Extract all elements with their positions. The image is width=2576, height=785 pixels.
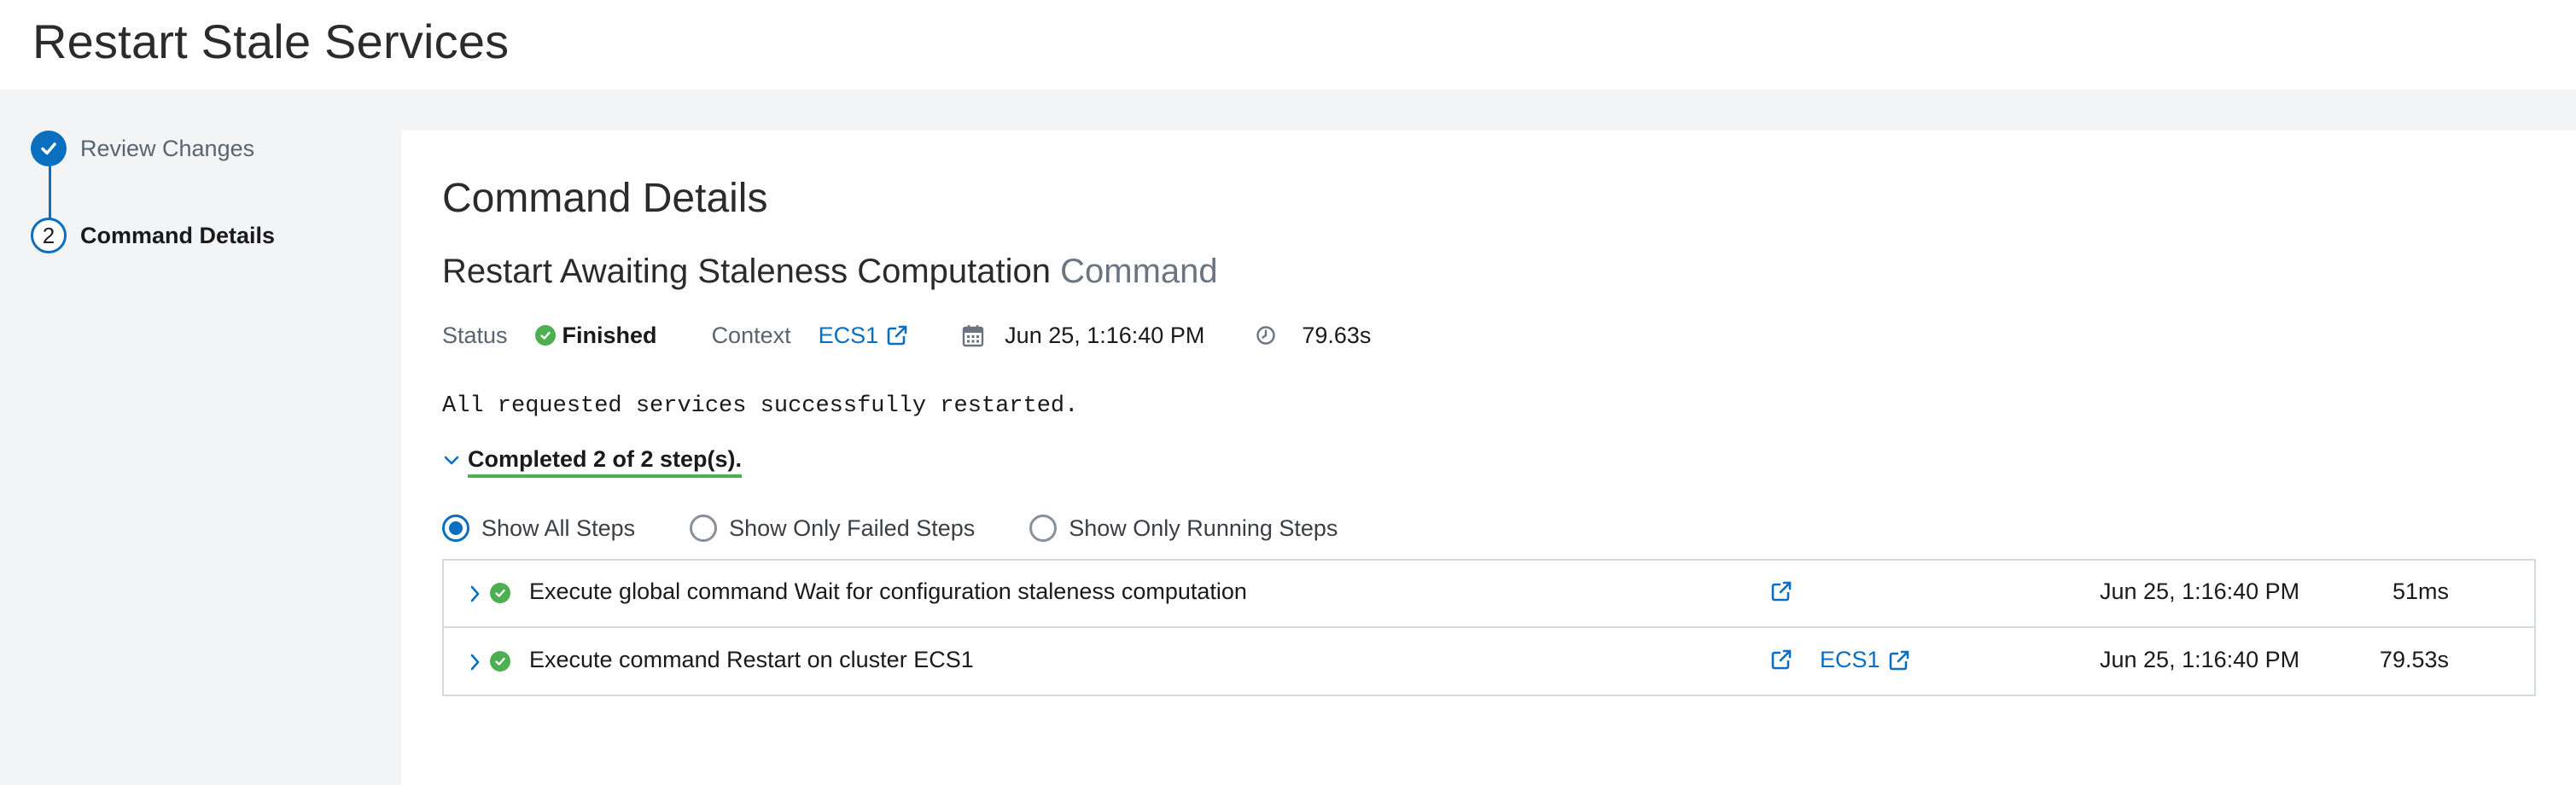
filter-label: Show Only Running Steps xyxy=(1069,515,1338,541)
check-circle-icon xyxy=(534,325,556,346)
context-label: Context xyxy=(711,322,791,348)
wizard-step-label: Command Details xyxy=(80,222,276,248)
step-duration: 79.53s xyxy=(2379,647,2449,672)
check-circle-icon xyxy=(490,651,510,672)
chevron-down-icon xyxy=(442,451,461,474)
step-duration: 51ms xyxy=(2392,579,2449,604)
page-title: Restart Stale Services xyxy=(32,15,510,68)
filter-show-failed-steps[interactable]: Show Only Failed Steps xyxy=(690,515,975,542)
command-suffix: Command xyxy=(1060,253,1218,290)
check-icon xyxy=(31,131,67,166)
filter-show-running-steps[interactable]: Show Only Running Steps xyxy=(1029,515,1338,542)
status-text: Finished xyxy=(562,322,657,348)
table-row: Execute command Restart on cluster ECS1 … xyxy=(444,629,2534,696)
radio-unchecked-icon[interactable] xyxy=(690,515,718,542)
command-date: Jun 25, 1:16:40 PM xyxy=(1005,322,1205,348)
step-number: 2 xyxy=(31,218,67,253)
step-description: Execute command Restart on cluster ECS1 xyxy=(529,647,974,672)
filter-show-all-steps[interactable]: Show All Steps xyxy=(442,515,635,542)
status-value: Finished xyxy=(534,322,657,349)
clock-icon xyxy=(1256,325,1276,346)
filter-label: Show Only Failed Steps xyxy=(729,515,976,541)
step-context-text: ECS1 xyxy=(1820,647,1880,672)
step-filter-group: Show All Steps Show Only Failed Steps Sh… xyxy=(442,515,1338,542)
radio-unchecked-icon[interactable] xyxy=(1029,515,1058,542)
wizard-step-label: Review Changes xyxy=(80,135,255,161)
step-date: Jun 25, 1:16:40 PM xyxy=(2100,579,2300,604)
steps-summary-text: Completed 2 of 2 step(s). xyxy=(468,446,743,478)
page-header: Restart Stale Services xyxy=(0,0,2576,90)
steps-summary-toggle[interactable]: Completed 2 of 2 step(s). xyxy=(442,446,743,478)
table-row: Execute global command Wait for configur… xyxy=(444,561,2534,628)
calendar-icon xyxy=(962,323,984,347)
wizard-step-command-details[interactable]: 2 Command Details xyxy=(31,218,275,253)
status-label: Status xyxy=(442,322,508,348)
command-meta: Status Finished Context ECS1 Jun 25, 1:1… xyxy=(442,317,1371,354)
external-link-icon xyxy=(885,323,909,347)
steps-table: Execute global command Wait for configur… xyxy=(442,559,2536,696)
chevron-right-icon[interactable] xyxy=(469,651,481,673)
radio-checked-icon[interactable] xyxy=(442,515,469,542)
command-name: Restart Awaiting Staleness Computation xyxy=(442,253,1051,290)
chevron-right-icon[interactable] xyxy=(469,583,481,605)
wizard-sidebar: Review Changes 2 Command Details xyxy=(0,90,401,785)
check-circle-icon xyxy=(490,583,510,603)
context-link[interactable]: ECS1 xyxy=(819,323,910,349)
command-duration: 79.63s xyxy=(1302,322,1372,348)
section-title: Command Details xyxy=(442,176,768,221)
wizard-step-review-changes[interactable]: Review Changes xyxy=(31,131,254,166)
external-link-icon[interactable] xyxy=(1769,648,1793,672)
command-title: Restart Awaiting Staleness Computation C… xyxy=(442,253,1218,291)
filter-label: Show All Steps xyxy=(481,515,636,541)
context-link-text: ECS1 xyxy=(818,322,879,348)
result-message: All requested services successfully rest… xyxy=(442,393,1079,419)
step-date: Jun 25, 1:16:40 PM xyxy=(2100,647,2300,672)
external-link-icon xyxy=(1887,648,1911,672)
step-context-link[interactable]: ECS1 xyxy=(1820,647,1911,673)
command-details-panel: Command Details Restart Awaiting Stalene… xyxy=(401,131,2576,785)
step-description: Execute global command Wait for configur… xyxy=(529,579,1247,604)
external-link-icon[interactable] xyxy=(1769,579,1793,603)
